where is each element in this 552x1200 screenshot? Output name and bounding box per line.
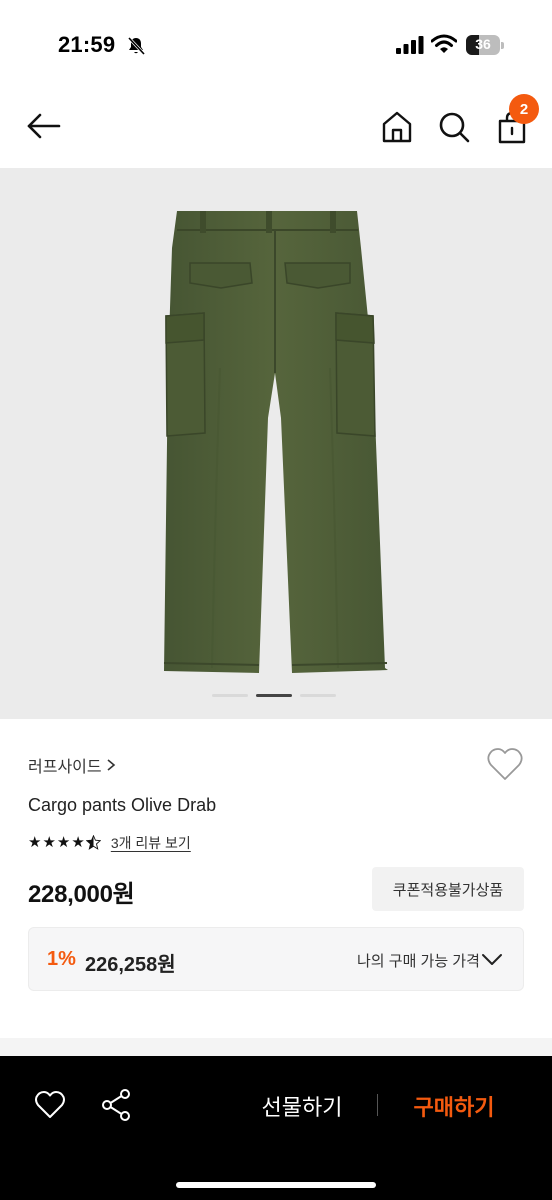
- battery-icon: 36: [466, 35, 504, 55]
- rating-stars: ★ ★ ★ ★: [28, 835, 101, 851]
- wifi-icon: [431, 34, 457, 53]
- my-price-label: 나의 구매 가능 가격: [357, 953, 480, 970]
- back-arrow-icon[interactable]: [26, 112, 62, 140]
- half-star-icon: [85, 835, 101, 850]
- discount-percent: 1%: [47, 948, 76, 970]
- rating-row: ★ ★ ★ ★ 3개 리뷰 보기: [28, 833, 191, 853]
- star-icon: ★: [42, 834, 56, 851]
- section-divider: [0, 1038, 552, 1056]
- status-time: 21:59: [58, 32, 116, 57]
- battery-level: 36: [475, 36, 491, 52]
- heart-icon[interactable]: [486, 747, 524, 783]
- buy-button[interactable]: 구매하기: [392, 1086, 516, 1126]
- discounted-price: 226,258원: [85, 954, 176, 976]
- home-icon[interactable]: [380, 110, 414, 144]
- bottom-action-bar: 선물하기 구매하기: [0, 1056, 552, 1200]
- signal-icon: [396, 36, 424, 54]
- product-image-gallery[interactable]: [0, 168, 552, 719]
- search-icon[interactable]: [437, 110, 471, 144]
- gallery-pagination: [212, 694, 340, 697]
- product-name: Cargo pants Olive Drab: [28, 795, 217, 815]
- brand-name: 러프사이드: [28, 759, 102, 776]
- coupon-badge: 쿠폰적용불가상품: [372, 867, 524, 911]
- brand-link[interactable]: 러프사이드: [28, 753, 116, 777]
- gift-button[interactable]: 선물하기: [240, 1086, 364, 1126]
- chevron-right-icon: [107, 759, 115, 771]
- star-icon: ★: [71, 834, 85, 851]
- product-price: 228,000원: [28, 881, 135, 908]
- review-link[interactable]: 3개 리뷰 보기: [111, 833, 191, 853]
- chevron-down-icon[interactable]: [481, 950, 503, 968]
- top-nav-bar: [0, 84, 552, 168]
- status-bar: 21:59 36: [0, 0, 552, 84]
- star-icon: ★: [56, 834, 71, 851]
- home-indicator[interactable]: [176, 1182, 376, 1188]
- cart-count-badge[interactable]: 2: [509, 94, 539, 124]
- heart-icon[interactable]: [34, 1090, 66, 1120]
- bell-off-icon: [127, 36, 146, 56]
- bottom-bar-divider: [377, 1094, 378, 1116]
- pagination-dot: [212, 694, 248, 697]
- pagination-dot-active: [256, 694, 292, 697]
- star-icon: ★: [28, 834, 42, 851]
- my-price-panel[interactable]: 1% 226,258원 나의 구매 가능 가격: [28, 927, 524, 991]
- product-image: [163, 211, 388, 673]
- share-icon[interactable]: [100, 1088, 132, 1122]
- pagination-dot: [300, 694, 336, 697]
